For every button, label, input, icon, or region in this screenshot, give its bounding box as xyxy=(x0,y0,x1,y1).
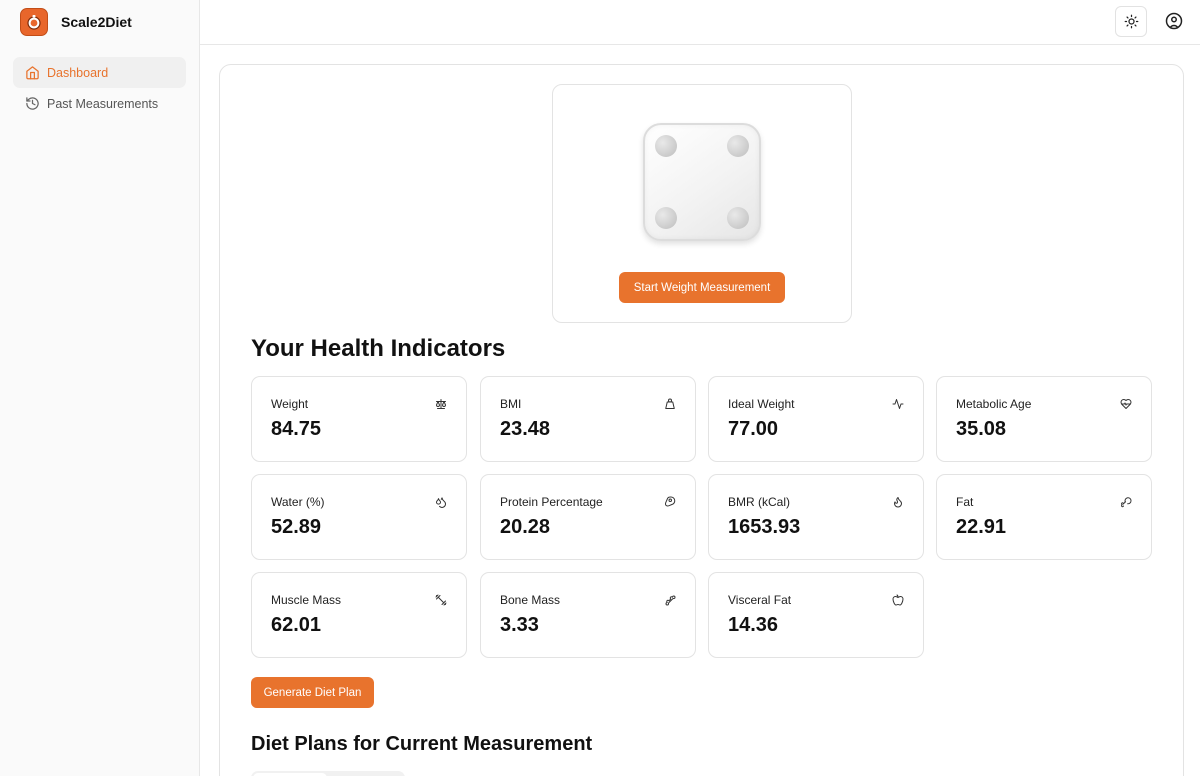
droplets-icon xyxy=(436,497,447,508)
indicator-value: 22.91 xyxy=(956,516,1007,538)
sidebar-nav: Dashboard Past Measurements xyxy=(0,44,199,119)
indicator-value: 52.89 xyxy=(271,516,322,538)
indicator-card-weight: Weight 84.75 xyxy=(251,376,467,462)
user-menu-button[interactable] xyxy=(1163,10,1185,32)
sidebar-item-label: Past Measurements xyxy=(47,96,159,111)
indicator-label: Protein Percentage xyxy=(500,495,603,509)
user-circle-icon xyxy=(1165,12,1183,30)
indicator-card-metabolic-age: Metabolic Age 35.08 xyxy=(936,376,1152,462)
heart-pulse-icon xyxy=(1120,399,1132,409)
indicator-label: Water (%) xyxy=(271,495,325,509)
diet-plans-title: Diet Plans for Current Measurement xyxy=(251,733,593,755)
indicator-label: BMI xyxy=(500,397,522,411)
indicator-label: Metabolic Age xyxy=(956,397,1032,411)
bone-icon xyxy=(665,595,676,606)
indicator-label: Fat xyxy=(956,495,974,509)
indicator-card-bone-mass: Bone Mass 3.33 xyxy=(480,572,696,658)
sidebar-item-label: Dashboard xyxy=(47,65,109,80)
indicator-card-muscle-mass: Muscle Mass 62.01 xyxy=(251,572,467,658)
theme-toggle-button[interactable] xyxy=(1115,6,1147,37)
generate-diet-plan-button[interactable]: Generate Diet Plan xyxy=(251,677,374,708)
indicator-value: 23.48 xyxy=(500,418,551,440)
sidebar-item-past-measurements[interactable]: Past Measurements xyxy=(13,88,186,119)
indicator-label: Muscle Mass xyxy=(271,593,342,607)
start-weight-measurement-button[interactable]: Start Weight Measurement xyxy=(619,272,785,303)
weight-icon xyxy=(665,398,675,409)
indicator-value: 3.33 xyxy=(500,614,539,636)
smart-scale-image xyxy=(643,123,761,241)
indicator-label: Weight xyxy=(271,397,309,411)
indicator-value: 14.36 xyxy=(728,614,779,636)
indicator-card-ideal-weight: Ideal Weight 77.00 xyxy=(708,376,924,462)
flame-icon xyxy=(894,497,902,508)
drumstick-icon xyxy=(1121,497,1132,508)
indicator-card-water: Water (%) 52.89 xyxy=(251,474,467,560)
indicator-card-bmr: BMR (kCal) 1653.93 xyxy=(708,474,924,560)
apple-icon xyxy=(892,594,904,606)
indicator-card-fat: Fat 22.91 xyxy=(936,474,1152,560)
indicator-value: 1653.93 xyxy=(728,516,801,538)
dumbbell-icon xyxy=(435,594,447,606)
indicator-label: Ideal Weight xyxy=(728,397,795,411)
top-bar xyxy=(200,0,1200,45)
app-name: Scale2Diet xyxy=(61,14,132,30)
home-icon xyxy=(26,66,39,80)
indicator-value: 20.28 xyxy=(500,516,551,538)
sidebar-item-dashboard[interactable]: Dashboard xyxy=(13,57,186,88)
health-indicators-title: Your Health Indicators xyxy=(251,335,506,362)
indicator-label: Bone Mass xyxy=(500,593,561,607)
beef-icon xyxy=(665,496,676,507)
indicator-card-visceral-fat: Visceral Fat 14.36 xyxy=(708,572,924,658)
diet-plan-tabs xyxy=(251,771,405,776)
sun-icon xyxy=(1124,14,1138,29)
indicator-value: 84.75 xyxy=(271,418,322,440)
indicator-value: 35.08 xyxy=(956,418,1007,440)
indicator-card-bmi: BMI 23.48 xyxy=(480,376,696,462)
indicator-value: 77.00 xyxy=(728,418,779,440)
app-logo-icon xyxy=(20,8,48,36)
history-icon xyxy=(26,97,39,110)
activity-icon xyxy=(892,399,904,409)
indicator-value: 62.01 xyxy=(271,614,322,636)
brand[interactable]: Scale2Diet xyxy=(0,0,199,44)
indicator-label: BMR (kCal) xyxy=(728,495,790,509)
sidebar: Scale2Diet Dashboard Past Measurements xyxy=(0,0,200,776)
main-panel: Start Weight Measurement Your Health Ind… xyxy=(219,64,1184,776)
scale-card: Start Weight Measurement xyxy=(552,84,852,323)
indicator-card-protein: Protein Percentage 20.28 xyxy=(480,474,696,560)
indicator-label: Visceral Fat xyxy=(728,593,792,607)
scale-icon xyxy=(436,399,446,409)
